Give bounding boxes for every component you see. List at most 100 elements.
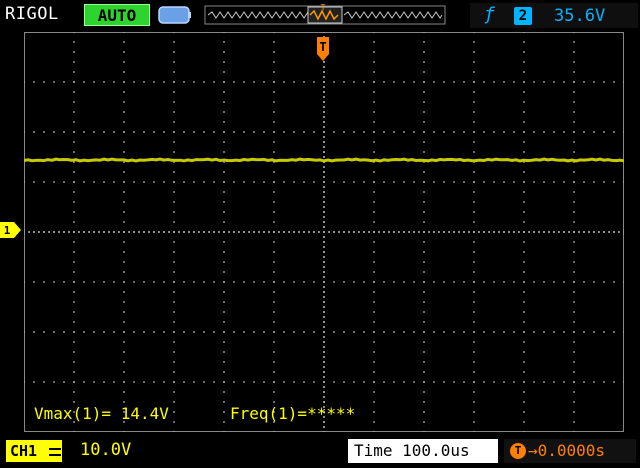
grid-dot [273,141,275,143]
waveform-display[interactable] [24,32,624,432]
timebase-waveform-icon[interactable]: T [204,4,446,26]
grid-dot [223,151,225,153]
grid-dot [578,231,580,233]
grid-dot [123,381,125,383]
grid-dot [443,331,445,333]
grid-dot [323,301,325,303]
grid-dot [423,251,425,253]
grid-dot [473,32,475,33]
grid-dot [123,401,125,403]
grid-dot [73,351,75,353]
grid-dot [123,191,125,193]
grid-dot [253,181,255,183]
grid-dot [323,391,325,393]
grid-dot [273,431,275,432]
grid-dot [323,241,325,243]
grid-dot [423,181,425,183]
grid-dot [173,431,175,432]
grid-dot [423,401,425,403]
trigger-settings[interactable]: ƒ 2 35.6V [470,3,638,28]
grid-dot [573,111,575,113]
grid-dot [423,71,425,73]
grid-dot [553,181,555,183]
grid-dot [613,81,615,83]
grid-dot [53,231,55,233]
grid-dot [448,231,450,233]
grid-dot [573,131,575,133]
grid-dot [173,141,175,143]
grid-dot [623,81,624,83]
grid-dot [223,421,225,423]
grid-dot [473,361,475,363]
grid-dot [423,51,425,53]
grid-dot [323,111,325,113]
grid-dot [323,136,325,138]
grid-dot [333,331,335,333]
grid-dot [423,301,425,303]
grid-dot [373,191,375,193]
grid-dot [473,291,475,293]
grid-dot [523,271,525,273]
grid-dot [173,311,175,313]
grid-dot [473,381,475,383]
grid-dot [523,311,525,313]
grid-dot [443,131,445,133]
trigger-offset[interactable]: T →0.0000s [504,439,636,463]
grid-dot [373,231,375,233]
trigger-position-icon[interactable]: T [316,36,330,62]
svg-text:T: T [321,4,326,12]
grid-dot [573,251,575,253]
grid-dot [503,231,505,233]
grid-dot [173,61,175,63]
grid-dot [373,111,375,113]
grid-dot [123,171,125,173]
grid-dot [303,231,305,233]
grid-dot [323,316,325,318]
grid-dot [248,231,250,233]
grid-dot [83,81,85,83]
grid-dot [473,321,475,323]
grid-dot [613,131,615,133]
grid-dot [213,231,215,233]
grid-dot [73,141,75,143]
grid-dot [503,281,505,283]
ch1-channel-button[interactable]: CH1 [6,440,62,462]
grid-dot [323,246,325,248]
grid-dot [323,181,325,183]
grid-dot [88,231,90,233]
grid-dot [173,71,175,73]
grid-dot [513,281,515,283]
grid-dot [73,181,75,183]
grid-dot [478,231,480,233]
grid-dot [273,191,275,193]
ch1-vertical-scale[interactable]: 10.0V [80,440,131,460]
grid-dot [573,191,575,193]
grid-dot [423,311,425,313]
grid-dot [223,311,225,313]
grid-dot [213,81,215,83]
grid-dot [473,81,475,83]
grid-dot [273,131,275,133]
grid-dot [318,231,320,233]
grid-dot [123,311,125,313]
grid-dot [523,301,525,303]
grid-dot [523,341,525,343]
grid-dot [423,61,425,63]
grid-dot [363,131,365,133]
grid-dot [123,291,125,293]
grid-dot [103,131,105,133]
run-status-badge[interactable]: AUTO [84,4,150,26]
grid-dot [533,281,535,283]
grid-dot [68,231,70,233]
grid-dot [93,181,95,183]
grid-dot [113,331,115,333]
grid-dot [473,151,475,153]
grid-dot [223,321,225,323]
grid-dot [103,381,105,383]
grid-dot [583,131,585,133]
ch1-ground-marker-icon[interactable]: 1 [0,222,22,238]
grid-dot [498,231,500,233]
grid-dot [123,331,125,333]
horizontal-timebase[interactable]: Time 100.0us [348,439,498,463]
grid-dot [173,401,175,403]
